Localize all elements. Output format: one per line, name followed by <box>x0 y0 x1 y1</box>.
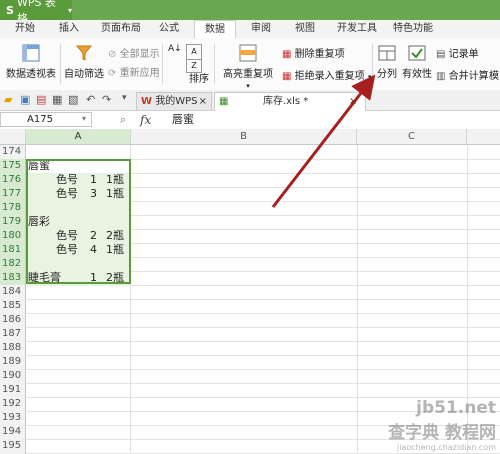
watermark: jb51.net 查字典 教程网 jiaocheng.chazidian.com <box>388 398 496 452</box>
watermark-url: jiaocheng.chazidian.com <box>396 443 496 452</box>
annotation-arrow <box>271 74 376 208</box>
watermark-site: jb51.net <box>416 398 496 418</box>
watermark-brand: 查字典 教程网 <box>388 423 496 443</box>
